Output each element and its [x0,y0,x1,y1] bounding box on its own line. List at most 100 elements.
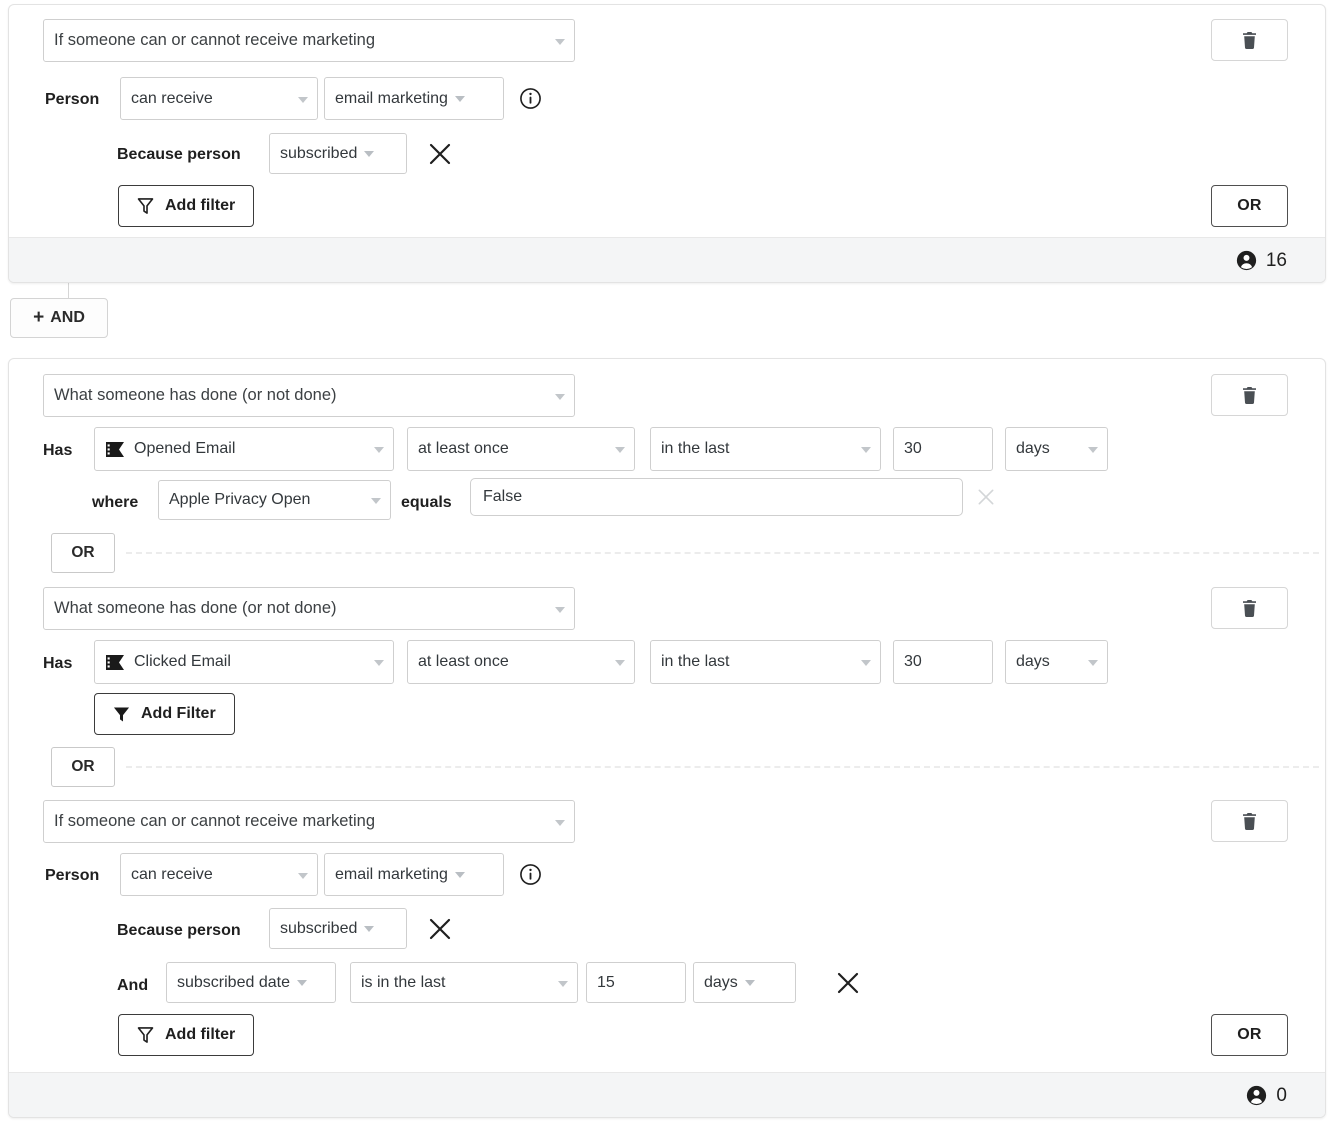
condition-type-select-2c[interactable]: If someone can or cannot receive marketi… [43,800,575,843]
or-separator-label: OR [71,544,94,562]
remove-because-button-1[interactable] [428,142,452,166]
equals-value-input-2a[interactable]: False [470,478,963,516]
or-separator-label: OR [71,758,94,776]
delete-condition-button-1[interactable] [1211,19,1288,61]
chevron-down-icon [555,39,565,45]
frequency-select-2b[interactable]: at least once [407,640,635,684]
condition-type-value: What someone has done (or not done) [54,599,337,618]
chevron-down-icon [861,660,871,666]
filter-outline-icon [137,197,154,216]
or-separator-line [126,766,1319,768]
timeframe-select-2b[interactable]: in the last [650,640,881,684]
chevron-down-icon [364,926,374,932]
condition-type-select-1[interactable]: If someone can or cannot receive marketi… [43,19,575,62]
add-filter-label: Add filter [165,1026,235,1044]
where-label-2a: where [92,481,138,525]
frequency-value: at least once [418,653,509,671]
condition-card-1: If someone can or cannot receive marketi… [8,4,1326,283]
chevron-down-icon [555,607,565,613]
amount-value: 30 [904,653,922,671]
chevron-down-icon [745,980,755,986]
or-separator-line [126,552,1319,554]
condition-type-select-2b[interactable]: What someone has done (or not done) [43,587,575,630]
card-1-footer: 16 [9,237,1325,283]
or-button-1[interactable]: OR [1211,185,1288,227]
and-operator-select-2c[interactable]: is in the last [350,962,578,1003]
info-icon[interactable] [519,87,542,115]
person-label-1: Person [45,81,99,118]
unit-select-2a[interactable]: days [1005,427,1108,471]
remove-because-button-2c[interactable] [428,917,452,941]
unit-select-2b[interactable]: days [1005,640,1108,684]
chevron-down-icon [374,660,384,666]
card-2-body: What someone has done (or not done) Has … [9,359,1325,1072]
and-amount-input-2c[interactable]: 15 [586,962,686,1003]
delete-condition-button-2b[interactable] [1211,587,1288,629]
amount-input-2a[interactable]: 30 [893,427,993,471]
chevron-down-icon [374,447,384,453]
add-filter-label: Add Filter [141,705,216,723]
add-filter-button-2b[interactable]: Add Filter [94,693,235,735]
chevron-down-icon [298,97,308,103]
where-field-value: Apple Privacy Open [169,491,310,509]
because-person-label-1: Because person [117,136,241,173]
where-field-select-2a[interactable]: Apple Privacy Open [158,480,391,520]
trash-icon [1242,32,1257,49]
add-filter-button-2c[interactable]: Add filter [118,1014,254,1056]
remove-and-button-2c[interactable] [836,971,860,995]
delete-condition-button-2a[interactable] [1211,374,1288,416]
person-action-value: can receive [131,866,213,884]
metric-select-2a[interactable]: Opened Email [94,427,394,471]
chevron-down-icon [861,447,871,453]
flag-icon [105,442,125,457]
condition-card-2: What someone has done (or not done) Has … [8,358,1326,1118]
chevron-down-icon [455,96,465,102]
because-person-select-2c[interactable]: subscribed [269,908,407,949]
metric-select-2b[interactable]: Clicked Email [94,640,394,684]
and-field-select-2c[interactable]: subscribed date [166,962,336,1003]
metric-label: Clicked Email [134,653,231,671]
filter-outline-icon [137,1026,154,1045]
info-icon[interactable] [519,863,542,891]
person-action-select-1[interactable]: can receive [120,77,318,120]
chevron-down-icon [1088,660,1098,666]
and-operator-value: is in the last [361,974,445,992]
and-unit-select-2c[interactable]: days [693,962,796,1003]
chevron-down-icon [297,980,307,986]
chevron-down-icon [555,394,565,400]
because-person-select-1[interactable]: subscribed [269,133,407,174]
filter-solid-icon [113,706,130,723]
timeframe-value: in the last [661,440,729,458]
equals-label-2a: equals [401,481,452,525]
condition-type-select-2a[interactable]: What someone has done (or not done) [43,374,575,417]
person-channel-value: email marketing [335,90,448,108]
or-separator-2b: OR [51,747,1319,787]
person-channel-value: email marketing [335,866,448,884]
add-filter-button-1[interactable]: Add filter [118,185,254,227]
amount-input-2b[interactable]: 30 [893,640,993,684]
unit-value: days [1016,653,1050,671]
add-and-group-button[interactable]: + AND [10,298,108,338]
person-channel-select-1[interactable]: email marketing [324,77,504,120]
delete-condition-button-2c[interactable] [1211,800,1288,842]
chevron-down-icon [364,151,374,157]
condition-type-value: If someone can or cannot receive marketi… [54,812,375,831]
or-separator-2a: OR [51,533,1319,573]
or-button-2c[interactable]: OR [1211,1014,1288,1056]
unit-value: days [1016,440,1050,458]
person-action-select-2c[interactable]: can receive [120,853,318,896]
segment-builder-page: If someone can or cannot receive marketi… [0,0,1334,1122]
person-channel-select-2c[interactable]: email marketing [324,853,504,896]
remove-where-button-2a[interactable] [976,487,996,507]
timeframe-select-2a[interactable]: in the last [650,427,881,471]
member-count-value: 16 [1266,250,1287,272]
frequency-select-2a[interactable]: at least once [407,427,635,471]
or-separator-button[interactable]: OR [51,747,115,787]
plus-icon: + [33,307,44,329]
or-separator-button[interactable]: OR [51,533,115,573]
and-field-value: subscribed date [177,974,290,992]
condition-type-value: If someone can or cannot receive marketi… [54,31,375,50]
because-person-value: subscribed [280,145,357,163]
person-label-2c: Person [45,857,99,894]
chevron-down-icon [555,820,565,826]
